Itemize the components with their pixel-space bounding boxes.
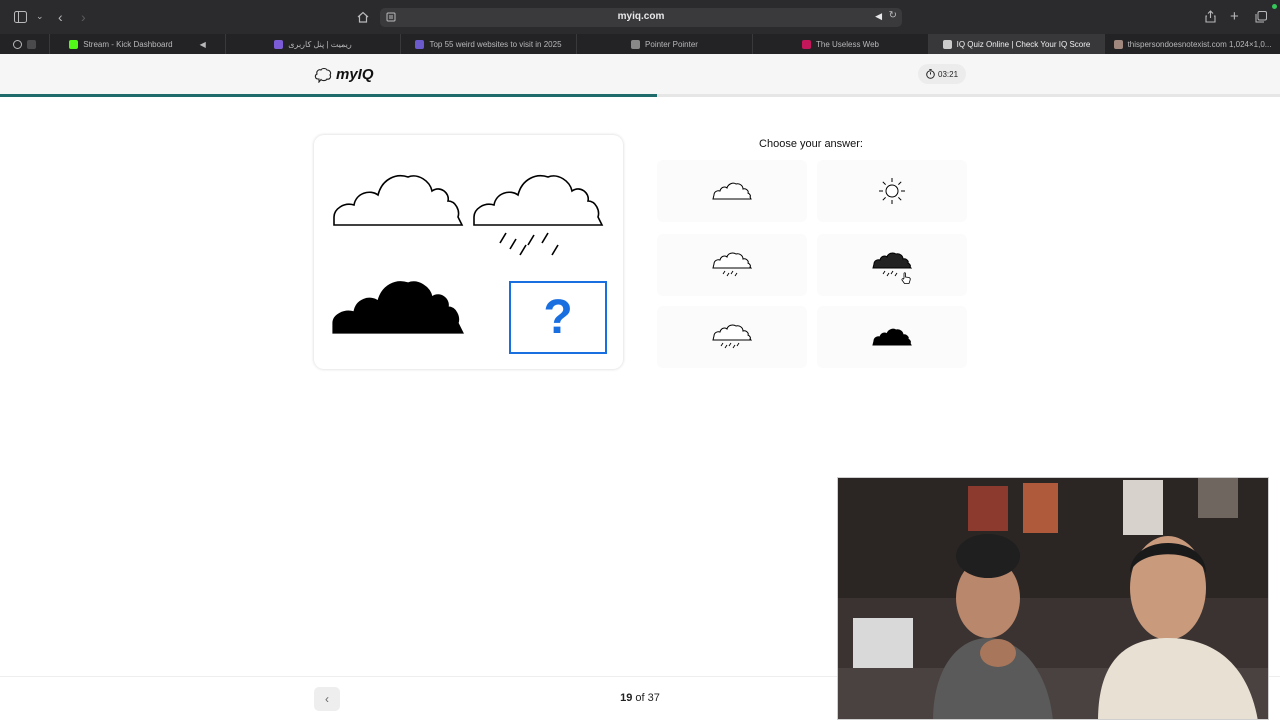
hand-cursor-icon [901, 272, 911, 284]
tab-useless-web[interactable]: The Useless Web [753, 34, 929, 54]
tab-title: The Useless Web [816, 39, 879, 49]
question-current: 19 [620, 692, 633, 704]
tabs-overview-icon[interactable] [1255, 11, 1267, 23]
share-icon[interactable] [1205, 10, 1216, 23]
puzzle-card: ? [314, 135, 623, 369]
back-arrow-icon[interactable]: ‹ [58, 10, 63, 24]
quiz-timer: 03:21 [918, 64, 967, 84]
timer-value: 03:21 [938, 69, 959, 79]
logo-text: myIQ [336, 66, 374, 83]
status-dot [1272, 4, 1277, 9]
home-icon[interactable] [357, 11, 369, 23]
stopwatch-icon [926, 69, 935, 79]
pinned-icon [13, 39, 22, 49]
question-total: of 37 [635, 692, 660, 704]
tab-bar: Stream - Kick Dashboard ◀ ریمیت | پنل کا… [0, 34, 1280, 54]
remit-favicon-icon [274, 39, 284, 49]
speaker-icon[interactable]: ◀ [875, 11, 882, 22]
question-mark: ? [543, 290, 573, 344]
tab-weird-websites[interactable]: Top 55 weird websites to visit in 2025 [401, 34, 577, 54]
cloud-outline-rain-icon [473, 175, 604, 256]
url-text: myiq.com [617, 11, 665, 22]
reload-icon[interactable]: ↻ [889, 10, 897, 21]
quiz-progress-fill [0, 94, 657, 97]
sun-icon [879, 178, 905, 204]
speaker-icon[interactable]: ◀ [200, 40, 206, 49]
cloud-outline-rain-icon [712, 252, 752, 277]
chevron-down-icon[interactable]: ⌄ [36, 12, 44, 21]
forward-arrow-icon[interactable]: › [81, 10, 86, 24]
pointer-favicon-icon [631, 39, 641, 49]
browser-toolbar: ⌄ ‹ › myiq.com ◀ ↻ + [0, 0, 1280, 34]
webcam-video-frame [838, 478, 1268, 719]
tab-pointer-pointer[interactable]: Pointer Pointer [577, 34, 753, 54]
answer-option-2[interactable] [817, 160, 967, 222]
cloud-outline-icon [712, 182, 752, 200]
tab-pinned[interactable] [0, 34, 50, 54]
tab-title: thispersondoesnotexist.com 1,024×1,0... [1127, 39, 1272, 49]
site-logo[interactable]: myIQ [314, 66, 374, 83]
address-bar[interactable]: myiq.com ◀ ↻ [380, 8, 902, 27]
answer-option-5[interactable] [657, 306, 807, 368]
person-favicon-icon [1113, 39, 1123, 49]
tab-title: Stream - Kick Dashboard [83, 39, 173, 49]
cloud-outline-rain-icon [712, 324, 752, 349]
tab-person-does-not-exist[interactable]: thispersondoesnotexist.com 1,024×1,0... [1105, 34, 1280, 54]
tab-title: IQ Quiz Online | Check Your IQ Score [956, 39, 1091, 49]
answers-title: Choose your answer: [759, 138, 863, 150]
answer-option-6[interactable] [817, 306, 967, 368]
answer-option-4[interactable] [817, 234, 967, 296]
article-favicon-icon [415, 39, 425, 49]
tab-remit[interactable]: ریمیت | پنل کاربری [226, 34, 401, 54]
question-box: ? [509, 281, 607, 354]
tab-kick-dashboard[interactable]: Stream - Kick Dashboard ◀ [50, 34, 226, 54]
answer-option-3[interactable] [657, 234, 807, 296]
plus-icon[interactable]: + [1230, 9, 1239, 24]
site-header: myIQ 03:21 [0, 54, 1280, 94]
previous-question-button[interactable]: ‹ [314, 687, 340, 711]
kick-favicon-icon [69, 39, 79, 49]
tab-title: Pointer Pointer [645, 39, 698, 49]
sidebar-icon[interactable] [14, 11, 27, 23]
chevron-left-icon: ‹ [325, 692, 329, 706]
useless-web-favicon-icon [802, 39, 811, 49]
tab-title: ریمیت | پنل کاربری [288, 39, 352, 49]
favicon-icon [27, 39, 36, 49]
tab-title: Top 55 weird websites to visit in 2025 [429, 39, 562, 49]
brain-icon [314, 67, 332, 83]
tab-iq-quiz[interactable]: IQ Quiz Online | Check Your IQ Score [929, 34, 1105, 54]
question-counter: 19 of 37 [590, 692, 690, 704]
cloud-filled-icon [872, 328, 912, 346]
answer-option-1[interactable] [657, 160, 807, 222]
cloud-outline-icon [333, 175, 464, 226]
cloud-filled-icon [332, 281, 464, 334]
webcam-overlay [837, 477, 1269, 720]
quiz-progress-bar [0, 94, 1280, 97]
iq-favicon-icon [942, 39, 952, 49]
